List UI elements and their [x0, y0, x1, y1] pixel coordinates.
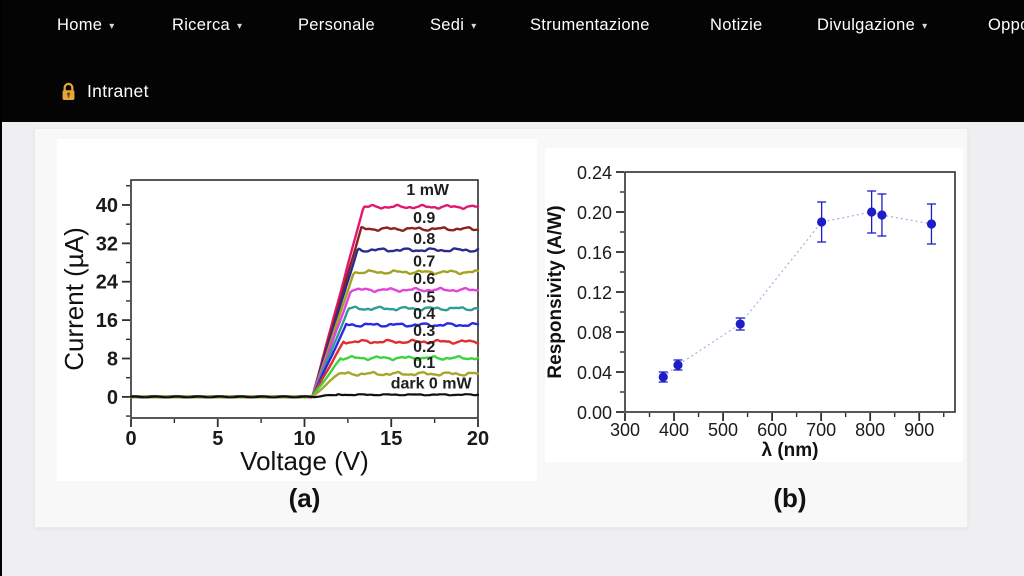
nav-item-personale[interactable]: Personale — [298, 16, 375, 35]
nav-item-sedi[interactable]: Sedi ▾ — [430, 16, 477, 35]
chevron-down-icon: ▾ — [109, 21, 114, 32]
nav-item-home[interactable]: Home ▾ — [57, 16, 115, 35]
svg-text:0.5: 0.5 — [413, 290, 435, 307]
svg-text:0.00: 0.00 — [577, 403, 612, 423]
svg-text:Current (µA): Current (µA) — [59, 227, 89, 371]
svg-text:20: 20 — [467, 428, 489, 450]
svg-text:40: 40 — [96, 195, 118, 217]
chevron-down-icon: ▾ — [237, 21, 242, 32]
figure-panel-a: 051015200816243240Voltage (V)Current (µA… — [57, 139, 537, 481]
top-navigation: Home ▾ Ricerca ▾ Personale Sedi ▾ Strume… — [0, 0, 1024, 122]
svg-text:0: 0 — [125, 428, 136, 450]
svg-text:0.24: 0.24 — [577, 163, 612, 183]
nav-label: Strumentazione — [530, 16, 650, 35]
svg-text:0.20: 0.20 — [577, 203, 612, 223]
svg-text:300: 300 — [610, 420, 640, 440]
lock-icon — [60, 81, 77, 102]
svg-text:λ (nm): λ (nm) — [762, 440, 819, 461]
svg-text:Responsivity (A/W): Responsivity (A/W) — [545, 205, 566, 378]
intranet-nav: Intranet — [60, 79, 149, 103]
figure-panel-b: 300 400 500 600 700 800 900 0.00 0.04 0.08 0.12 0.1… — [545, 148, 963, 462]
nav-label: Ricerca — [172, 16, 230, 35]
svg-text:0.1: 0.1 — [413, 355, 435, 372]
svg-text:0.16: 0.16 — [577, 243, 612, 263]
svg-text:0.8: 0.8 — [413, 231, 435, 248]
iv-curves-chart: 051015200816243240Voltage (V)Current (µA… — [57, 139, 537, 481]
nav-item-strumentazione[interactable]: Strumentazione — [530, 16, 650, 35]
nav-label: Sedi — [430, 16, 464, 35]
svg-text:32: 32 — [96, 233, 118, 255]
nav-label: Notizie — [710, 16, 763, 35]
svg-text:24: 24 — [96, 272, 119, 294]
svg-text:700: 700 — [806, 420, 836, 440]
svg-text:0: 0 — [107, 387, 118, 409]
nav-label: Home — [57, 16, 102, 35]
nav-item-divulgazione[interactable]: Divulgazione ▾ — [817, 16, 927, 35]
intranet-link[interactable]: Intranet — [87, 81, 149, 102]
nav-item-opportunita[interactable]: Opportunità — [988, 16, 1024, 35]
chevron-down-icon: ▾ — [922, 21, 927, 32]
svg-text:500: 500 — [708, 420, 738, 440]
svg-text:0.9: 0.9 — [413, 210, 435, 227]
svg-text:0.2: 0.2 — [413, 339, 435, 356]
figure-caption-b: (b) — [625, 483, 955, 514]
svg-text:400: 400 — [659, 420, 689, 440]
nav-label: Opportunità — [988, 16, 1024, 35]
screen-left-edge — [0, 0, 2, 576]
svg-text:16: 16 — [96, 310, 118, 332]
svg-text:0.7: 0.7 — [413, 253, 435, 270]
svg-text:900: 900 — [904, 420, 934, 440]
svg-text:0.12: 0.12 — [577, 283, 612, 303]
figure-caption-a: (a) — [131, 483, 478, 514]
svg-text:1 mW: 1 mW — [406, 182, 450, 199]
svg-text:0.08: 0.08 — [577, 323, 612, 343]
svg-text:0.6: 0.6 — [413, 271, 435, 288]
nav-item-notizie[interactable]: Notizie — [710, 16, 763, 35]
nav-label: Divulgazione — [817, 16, 915, 35]
nav-item-ricerca[interactable]: Ricerca ▾ — [172, 16, 242, 35]
svg-text:0.3: 0.3 — [413, 323, 435, 340]
screen: 051015200816243240Voltage (V)Current (µA… — [0, 0, 1024, 576]
nav-label: Personale — [298, 16, 375, 35]
svg-text:800: 800 — [855, 420, 885, 440]
chevron-down-icon: ▾ — [471, 21, 476, 32]
svg-text:8: 8 — [107, 349, 118, 371]
svg-text:dark 0 mW: dark 0 mW — [391, 375, 473, 392]
responsivity-chart: 300 400 500 600 700 800 900 0.00 0.04 0.08 0.12 0.1… — [545, 148, 963, 462]
svg-text:0.4: 0.4 — [413, 306, 435, 323]
svg-text:Voltage (V): Voltage (V) — [240, 446, 369, 476]
svg-text:0.04: 0.04 — [577, 363, 612, 383]
svg-text:15: 15 — [380, 428, 402, 450]
svg-text:600: 600 — [757, 420, 787, 440]
svg-text:5: 5 — [212, 428, 223, 450]
